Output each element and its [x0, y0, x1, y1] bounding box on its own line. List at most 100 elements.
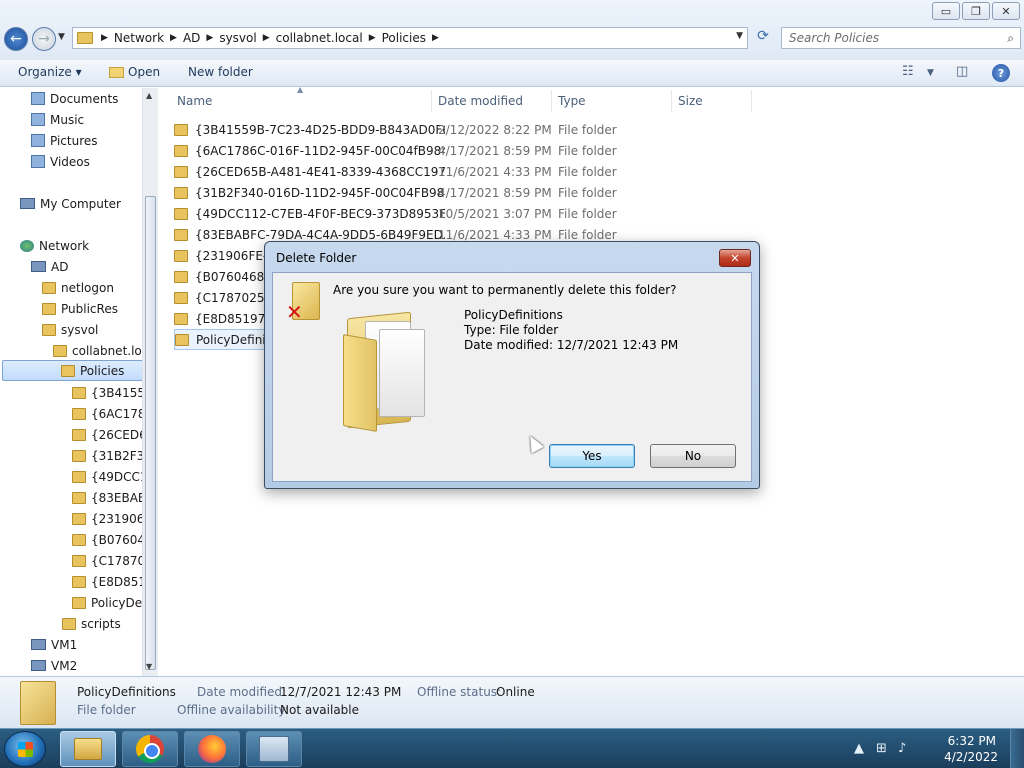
- file-row[interactable]: {3B41559B-7C23-4D25-BDD9-B843AD0F6... 2/…: [174, 119, 734, 140]
- nav-item-subfolder[interactable]: {31B2F34: [72, 445, 152, 466]
- nav-item-scripts[interactable]: scripts: [62, 613, 121, 634]
- nav-item-documents[interactable]: Documents: [31, 88, 118, 109]
- chevron-right-icon[interactable]: ▶: [261, 33, 272, 43]
- clock-date[interactable]: 4/2/2022: [944, 750, 998, 764]
- breadcrumb-ad[interactable]: AD: [179, 31, 204, 45]
- address-history-dropdown[interactable]: ▼: [736, 31, 743, 41]
- nav-item-subfolder[interactable]: {B076046: [72, 529, 153, 550]
- nav-item-label: scripts: [81, 616, 121, 631]
- nav-item-my-computer[interactable]: My Computer: [20, 193, 121, 214]
- file-date: 2/12/2022 8:22 PM: [438, 122, 552, 137]
- file-date: 4/17/2021 8:59 PM: [438, 143, 552, 158]
- taskbar-chrome[interactable]: [122, 731, 178, 767]
- delete-folder-icon: ✕: [286, 282, 320, 324]
- taskbar-explorer[interactable]: [60, 731, 116, 767]
- nav-item-subfolder[interactable]: PolicyDef: [72, 592, 146, 613]
- dialog-question: Are you sure you want to permanently del…: [333, 283, 677, 297]
- back-button[interactable]: ←: [4, 27, 28, 51]
- organize-button[interactable]: Organize ▾: [18, 65, 82, 79]
- column-divider[interactable]: [751, 90, 752, 112]
- details-kind: File folder: [77, 703, 136, 717]
- nav-item-subfolder[interactable]: {C178702: [72, 550, 153, 571]
- column-header-type[interactable]: Type: [558, 94, 586, 108]
- yes-button[interactable]: Yes: [549, 444, 635, 468]
- volume-icon[interactable]: ♪: [898, 741, 906, 756]
- show-desktop-button[interactable]: [1010, 729, 1024, 768]
- breadcrumb-network[interactable]: Network: [110, 31, 168, 45]
- chevron-right-icon[interactable]: ▶: [204, 33, 215, 43]
- open-folder-icon: [109, 66, 124, 78]
- file-date: 10/5/2021 3:07 PM: [438, 206, 552, 221]
- file-row[interactable]: {6AC1786C-016F-11D2-945F-00C04fB984... 4…: [174, 140, 734, 161]
- taskbar-firefox[interactable]: [184, 731, 240, 767]
- refresh-button[interactable]: ⟳: [752, 28, 774, 48]
- nav-item-ad[interactable]: AD: [31, 256, 68, 277]
- address-bar[interactable]: ▶ Network ▶ AD ▶ sysvol ▶ collabnet.loca…: [72, 27, 748, 49]
- nav-item-vm2[interactable]: VM2: [31, 655, 77, 676]
- search-icon[interactable]: ⌕: [1007, 31, 1014, 46]
- column-divider[interactable]: [551, 90, 552, 112]
- nav-item-network[interactable]: Network: [20, 235, 89, 256]
- folder-icon: [174, 291, 188, 304]
- taskbar-server-manager[interactable]: [246, 731, 302, 767]
- scroll-down-arrow-icon[interactable]: ▼: [146, 662, 152, 671]
- folder-icon: [72, 575, 86, 588]
- computer-icon: [31, 639, 46, 650]
- new-folder-button[interactable]: New folder: [188, 65, 253, 79]
- breadcrumb-sysvol[interactable]: sysvol: [215, 31, 260, 45]
- file-row[interactable]: {26CED65B-A481-4E41-8339-4368CC1975... 1…: [174, 161, 734, 182]
- clock-time[interactable]: 6:32 PM: [948, 734, 996, 748]
- chevron-right-icon[interactable]: ▶: [168, 33, 179, 43]
- help-button[interactable]: ?: [992, 64, 1010, 82]
- show-hidden-icons-icon[interactable]: ▲: [854, 741, 864, 756]
- nav-item-policies[interactable]: Policies: [2, 360, 158, 381]
- nav-item-sysvol[interactable]: sysvol: [42, 319, 98, 340]
- breadcrumb-policies[interactable]: Policies: [378, 31, 430, 45]
- file-type: File folder: [558, 227, 617, 242]
- file-name: {49DCC112-C7EB-4F0F-BEC9-373D8953E...: [195, 206, 445, 221]
- search-box[interactable]: ⌕: [781, 27, 1021, 49]
- preview-pane-button[interactable]: ◫: [956, 64, 968, 79]
- chevron-right-icon[interactable]: ▶: [430, 33, 441, 43]
- maximize-button[interactable]: ❐: [962, 2, 990, 20]
- recent-pages-dropdown[interactable]: ▼: [58, 32, 65, 42]
- no-button[interactable]: No: [650, 444, 736, 468]
- forward-button[interactable]: →: [32, 27, 56, 51]
- nav-item-music[interactable]: Music: [31, 109, 84, 130]
- scrollbar-thumb[interactable]: [145, 196, 156, 670]
- search-input[interactable]: [782, 28, 992, 48]
- change-view-button[interactable]: ☷: [902, 64, 914, 79]
- close-window-button[interactable]: ✕: [992, 2, 1020, 20]
- file-row[interactable]: {31B2F340-016D-11D2-945F-00C04FB984... 4…: [174, 182, 734, 203]
- column-header-size[interactable]: Size: [678, 94, 703, 108]
- nav-item-pictures[interactable]: Pictures: [31, 130, 98, 151]
- chevron-right-icon[interactable]: ▶: [99, 33, 110, 43]
- nav-item-subfolder[interactable]: {83EBABF: [72, 487, 153, 508]
- nav-scrollbar[interactable]: ▲ ▼: [142, 88, 158, 676]
- breadcrumb-collabnet[interactable]: collabnet.local: [272, 31, 367, 45]
- file-row[interactable]: {49DCC112-C7EB-4F0F-BEC9-373D8953E... 10…: [174, 203, 734, 224]
- chevron-right-icon[interactable]: ▶: [367, 33, 378, 43]
- nav-item-videos[interactable]: Videos: [31, 151, 90, 172]
- column-divider[interactable]: [431, 90, 432, 112]
- nav-item-vm1[interactable]: VM1: [31, 634, 77, 655]
- folder-icon: [72, 428, 86, 441]
- minimize-button[interactable]: ▭: [932, 2, 960, 20]
- open-button[interactable]: Open: [109, 65, 160, 79]
- nav-item-label: collabnet.loc: [72, 343, 149, 358]
- start-button[interactable]: [4, 731, 46, 767]
- scroll-up-arrow-icon[interactable]: ▲: [146, 91, 152, 100]
- computer-icon: [20, 198, 35, 209]
- network-status-icon[interactable]: ⊞: [876, 741, 887, 756]
- nav-item-netlogon[interactable]: netlogon: [42, 277, 114, 298]
- column-header-date[interactable]: Date modified: [438, 94, 523, 108]
- nav-item-collabnet[interactable]: collabnet.loc: [53, 340, 148, 361]
- view-options-dropdown[interactable]: ▼: [927, 68, 934, 78]
- nav-item-publicres[interactable]: PublicRes: [42, 298, 118, 319]
- dialog-close-button[interactable]: ✕: [719, 249, 751, 267]
- file-name: {6AC1786C-016F-11D2-945F-00C04fB984...: [195, 143, 445, 158]
- column-header-name[interactable]: Name: [177, 94, 212, 108]
- nav-item-subfolder[interactable]: {6AC1786: [72, 403, 153, 424]
- folder-icon: [77, 32, 93, 44]
- column-divider[interactable]: [671, 90, 672, 112]
